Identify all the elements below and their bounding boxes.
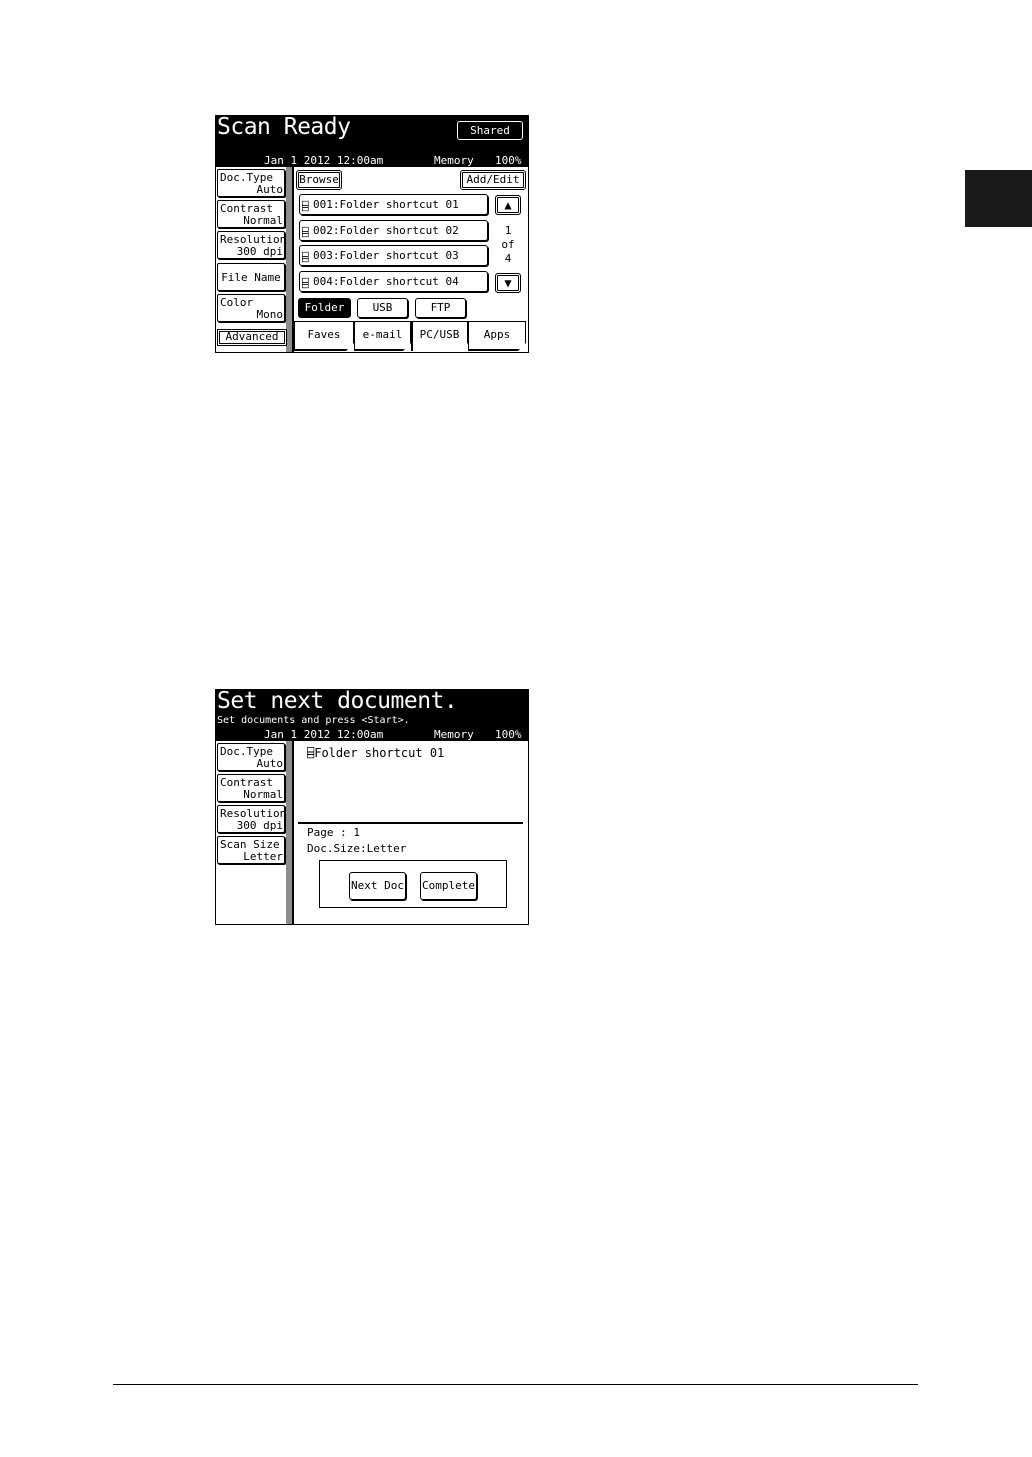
resolution-button[interactable]: Resolution 300 dpi [217,805,286,833]
status-line: Jan 1 2012 12:00am Memory 100% [216,728,528,741]
folder-shortcut-row[interactable]: ⌸ 003:Folder shortcut 03 [299,245,488,266]
column-divider [292,741,294,924]
status-line: Jan 1 2012 12:00am Memory 100% [216,154,528,167]
divider [298,822,523,824]
folder-shortcut-row[interactable]: ⌸ 004:Folder shortcut 04 [299,271,488,292]
page-current: 1 [504,224,512,237]
tab-email[interactable]: e-mail [354,321,411,351]
resolution-button[interactable]: Resolution 300 dpi [217,231,286,259]
header: Set next document. Set documents and pre… [216,690,528,741]
page-total: 4 [504,252,512,265]
add-edit-button[interactable]: Add/Edit [460,170,526,190]
doc-type-value: Auto [256,757,284,770]
down-arrow-icon: ▼ [504,276,512,290]
folder-icon: ⌸ [302,200,309,213]
usb-destination-button[interactable]: USB [357,298,408,318]
doc-type-button[interactable]: Doc.Type Auto [217,169,285,197]
advanced-button[interactable]: Advanced [217,329,287,346]
footer-rule [113,1384,918,1385]
doc-type-value: Auto [256,183,284,196]
memory-label: Memory [434,154,474,167]
folder-icon: ⌸ [302,226,309,239]
contrast-value: Normal [243,214,283,227]
scroll-up-button[interactable]: ▲ [495,195,521,215]
file-name-label: File Name [221,271,281,284]
folder-shortcut-label: 001:Folder shortcut 01 [313,198,459,211]
page-of: of [501,238,515,251]
screen-title: Set next document. [217,689,458,714]
file-name-button[interactable]: File Name [217,263,285,291]
destination-folder: ⌸Folder shortcut 01 [307,746,444,760]
tab-faves[interactable]: Faves [294,321,354,351]
color-button[interactable]: Color Mono [217,294,285,322]
browse-button[interactable]: Browse [296,170,342,190]
contrast-button[interactable]: Contrast Normal [217,200,285,228]
date-time: Jan 1 2012 12:00am [264,154,384,167]
ftp-destination-button[interactable]: FTP [415,298,466,318]
resolution-value: 300 dpi [236,819,283,832]
next-doc-button[interactable]: Next Doc [349,872,406,900]
scan-size-button[interactable]: Scan Size Letter [217,836,285,864]
tab-pc-usb[interactable]: PC/USB [411,321,468,351]
memory-value: 100% [495,154,522,167]
contrast-value: Normal [243,788,283,801]
contrast-button[interactable]: Contrast Normal [217,774,285,802]
mode-tabs: Faves e-mail PC/USB Apps [294,321,528,352]
screen-title: Scan Ready [217,115,351,140]
scan-size-value: Letter [243,850,283,863]
color-value: Mono [256,308,284,321]
folder-shortcut-row[interactable]: ⌸ 001:Folder shortcut 01 [299,194,488,215]
folder-shortcut-label: 003:Folder shortcut 03 [313,249,459,262]
doc-type-button[interactable]: Doc.Type Auto [217,743,285,771]
resolution-value: 300 dpi [236,245,283,258]
memory-label: Memory [434,728,474,741]
folder-shortcut-label: 002:Folder shortcut 02 [313,224,459,237]
folder-name: Folder shortcut 01 [314,746,445,760]
header: Scan Ready Shared Jan 1 2012 12:00am Mem… [216,116,528,167]
folder-shortcut-label: 004:Folder shortcut 04 [313,275,459,288]
up-arrow-icon: ▲ [504,198,512,212]
complete-button[interactable]: Complete [420,872,477,900]
color-label: Color [220,296,254,309]
screen-subtitle: Set documents and press <Start>. [217,715,410,726]
doc-size: Doc.Size:Letter [307,842,407,855]
memory-value: 100% [495,728,522,741]
folder-shortcut-row[interactable]: ⌸ 002:Folder shortcut 02 [299,220,488,241]
set-next-document-screen: Set next document. Set documents and pre… [215,689,529,925]
folder-icon: ⌸ [302,251,309,264]
action-panel: Next Doc Complete [319,860,507,908]
tab-apps[interactable]: Apps [468,321,526,351]
folder-destination-button[interactable]: Folder [298,298,351,318]
scroll-down-button[interactable]: ▼ [495,273,521,293]
folder-icon: ⌸ [302,277,309,290]
scan-ready-screen: Scan Ready Shared Jan 1 2012 12:00am Mem… [215,115,529,353]
page-count: Page : 1 [307,826,360,839]
chapter-tab [965,170,1032,227]
page-indicator: 1 of 4 [495,224,521,266]
shared-button[interactable]: Shared [457,121,523,140]
date-time: Jan 1 2012 12:00am [264,728,384,741]
